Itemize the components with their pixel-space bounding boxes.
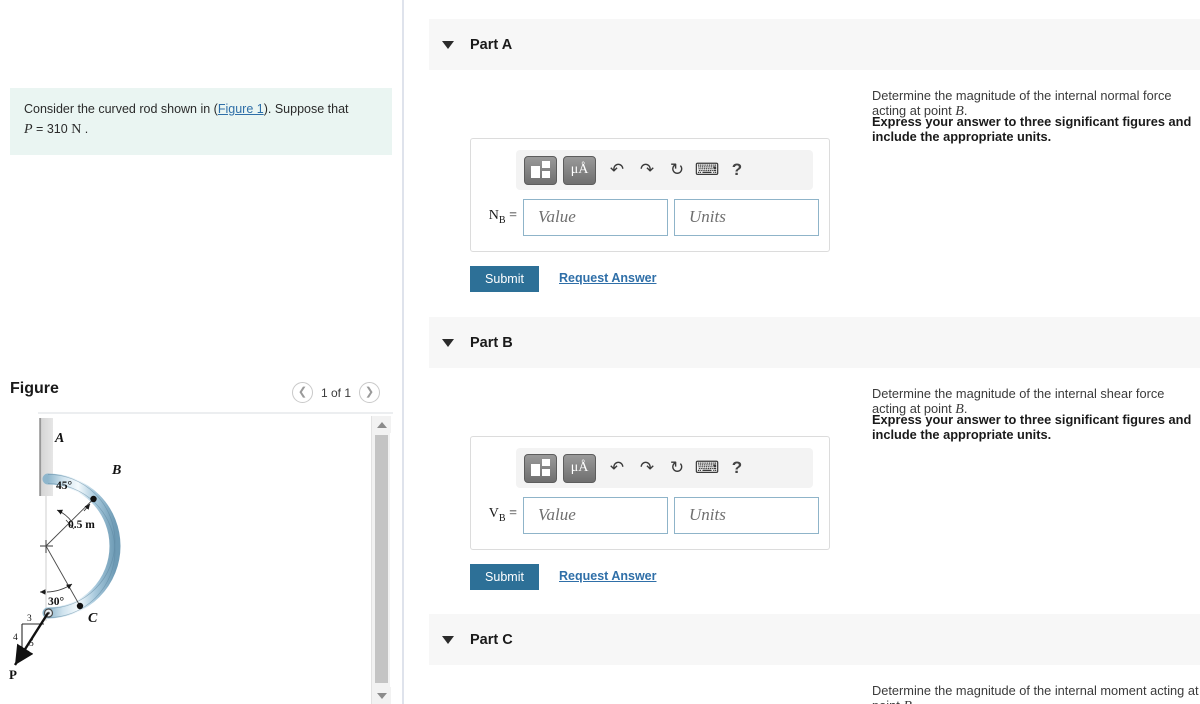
answer-row-b: VB = Value Units <box>471 495 829 535</box>
figure-divider <box>38 412 393 414</box>
part-prompt-c: Determine the magnitude of the internal … <box>872 683 1200 704</box>
request-answer-link-b[interactable]: Request Answer <box>559 569 656 583</box>
figure-slope-5: 5 <box>29 639 34 649</box>
keyboard-icon[interactable]: ⌨ <box>692 454 722 483</box>
curved-rod-diagram: A B C P 45° 30° 0.5 m 3 4 5 <box>9 418 121 682</box>
figure-angle-45: 45° <box>56 480 73 492</box>
figure-label-c: C <box>88 611 98 626</box>
figure-prev-button[interactable]: ❮ <box>291 382 313 403</box>
part-label-c: Part C <box>470 631 513 648</box>
math-template-icon[interactable] <box>524 155 557 185</box>
submit-button-b[interactable]: Submit <box>470 564 539 590</box>
redo-icon[interactable]: ↷ <box>632 454 662 483</box>
figure-navigation: ❮ 1 of 1 ❯ <box>291 382 380 403</box>
part-prompt-c-period: . <box>912 698 916 704</box>
figure-angle-30: 30° <box>48 596 65 608</box>
redo-icon[interactable]: ↷ <box>632 156 662 185</box>
problem-statement: Consider the curved rod shown in (Figure… <box>10 88 392 156</box>
value-input-b[interactable]: Value <box>523 496 668 534</box>
reset-icon[interactable]: ↻ <box>662 454 692 483</box>
figure-slope-3: 3 <box>27 614 32 624</box>
answer-symbol-b-eq: = <box>509 506 517 522</box>
units-button-label: μÅ <box>570 460 589 475</box>
answer-box-b: μÅ ↶ ↷ ↻ ⌨ ? VB = Value Units <box>470 436 830 550</box>
answer-symbol-a-letter: N <box>488 208 499 224</box>
figure-title: Figure <box>10 380 59 397</box>
part-instruction-b: Express your answer to three significant… <box>872 412 1192 442</box>
caret-down-icon <box>442 635 454 644</box>
problem-text-before: Consider the curved rod shown in ( <box>24 102 218 116</box>
part-label-b: Part B <box>470 334 513 351</box>
answer-symbol-a-eq: = <box>509 208 517 224</box>
scroll-down-button[interactable] <box>372 687 391 704</box>
answer-symbol-a-sub: B <box>498 214 506 226</box>
given-unit: N <box>71 122 82 138</box>
figure-header: Figure ❮ 1 of 1 ❯ <box>10 380 392 410</box>
answer-symbol-b-letter: V <box>488 506 499 522</box>
given-period: . <box>84 122 89 137</box>
undo-icon[interactable]: ↶ <box>602 156 632 185</box>
part-header-a[interactable]: Part A <box>429 19 1200 70</box>
triangle-up-icon <box>376 421 387 428</box>
units-button-label: μÅ <box>570 162 589 177</box>
part-prompt-c-text: Determine the magnitude of the internal … <box>872 683 1199 704</box>
figure-counter: 1 of 1 <box>320 385 351 400</box>
answer-symbol-b-sub: B <box>498 512 506 524</box>
answer-row-a: NB = Value Units <box>471 197 829 237</box>
micro-angstrom-icon[interactable]: μÅ <box>563 453 596 483</box>
part-header-c[interactable]: Part C <box>429 614 1200 665</box>
figure-label-a: A <box>54 431 64 446</box>
units-input-a[interactable]: Units <box>674 198 819 236</box>
caret-down-icon <box>442 40 454 49</box>
problem-text-after: ). Suppose that <box>263 102 349 116</box>
help-icon[interactable]: ? <box>722 454 752 483</box>
undo-icon[interactable]: ↶ <box>602 454 632 483</box>
left-panel: Consider the curved rod shown in (Figure… <box>0 0 403 704</box>
point-c-marker <box>76 602 84 610</box>
scroll-up-button[interactable] <box>372 416 391 433</box>
triangle-down-icon <box>376 692 387 699</box>
reset-icon[interactable]: ↻ <box>662 156 692 185</box>
micro-angstrom-icon[interactable]: μÅ <box>563 155 596 185</box>
figure-label-b: B <box>111 463 121 478</box>
point-b-marker <box>90 495 97 503</box>
curved-rod <box>42 473 121 619</box>
answer-toolbar-a: μÅ ↶ ↷ ↻ ⌨ ? <box>516 150 813 190</box>
keyboard-icon[interactable]: ⌨ <box>692 156 722 185</box>
figure-slope-4: 4 <box>13 633 18 643</box>
figure-viewport: A B C P 45° 30° 0.5 m 3 4 5 <box>0 416 403 704</box>
answer-symbol-a: NB = <box>471 208 523 226</box>
right-panel: Part A Determine the magnitude of the in… <box>404 0 1200 704</box>
part-header-b[interactable]: Part B <box>429 317 1200 368</box>
figure-radius-label: 0.5 m <box>68 519 95 531</box>
value-input-a[interactable]: Value <box>523 198 668 236</box>
caret-down-icon <box>442 338 454 347</box>
given-value: 310 <box>46 122 68 137</box>
submit-button-a[interactable]: Submit <box>470 266 539 292</box>
given-equals: = <box>36 122 44 137</box>
math-template-icon[interactable] <box>524 453 557 483</box>
answer-symbol-b: VB = <box>471 506 523 524</box>
part-label-a: Part A <box>470 36 513 53</box>
answer-toolbar-b: μÅ ↶ ↷ ↻ ⌨ ? <box>516 448 813 488</box>
figure-scrollbar[interactable] <box>371 416 391 704</box>
figure-link[interactable]: Figure 1 <box>218 102 264 116</box>
answer-box-a: μÅ ↶ ↷ ↻ ⌨ ? NB = Value Units <box>470 138 830 252</box>
given-variable: P <box>24 122 33 138</box>
part-prompt-c-var: B <box>903 699 912 704</box>
scrollbar-thumb[interactable] <box>375 435 388 683</box>
figure-next-button[interactable]: ❯ <box>359 382 380 403</box>
units-input-b[interactable]: Units <box>674 496 819 534</box>
part-instruction-a: Express your answer to three significant… <box>872 114 1192 144</box>
request-answer-link-a[interactable]: Request Answer <box>559 271 656 285</box>
help-icon[interactable]: ? <box>722 156 752 185</box>
page-root: Consider the curved rod shown in (Figure… <box>0 0 1200 704</box>
figure-label-p: P <box>9 667 17 682</box>
